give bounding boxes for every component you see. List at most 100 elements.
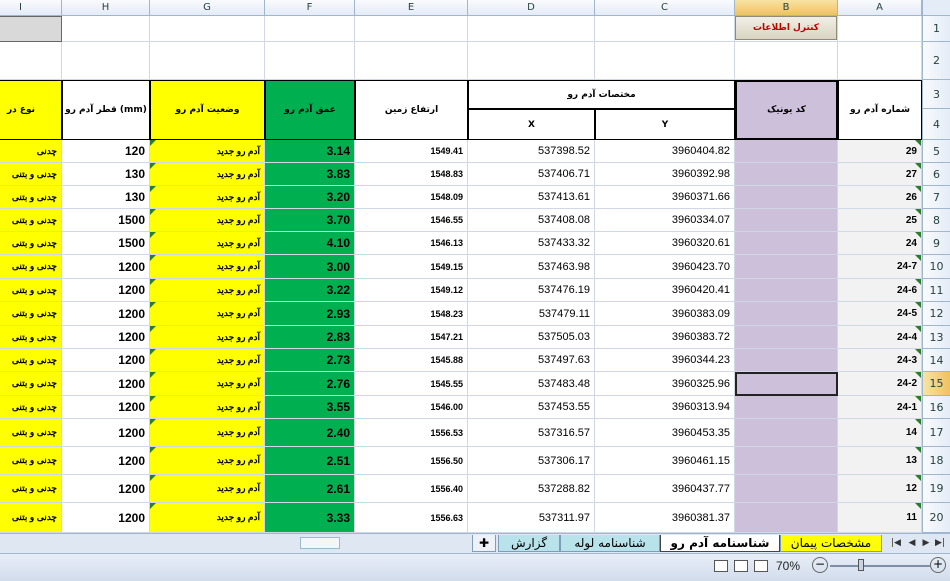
y-coordinate-cell[interactable]: 3960371.66 xyxy=(595,186,735,209)
x-coordinate-cell[interactable]: 537288.82 xyxy=(468,475,595,503)
x-coordinate-cell[interactable]: 537433.32 xyxy=(468,232,595,255)
y-coordinate-cell[interactable]: 3960313.94 xyxy=(595,396,735,419)
zoom-in-icon[interactable]: + xyxy=(930,557,946,573)
diameter-cell[interactable]: 130 xyxy=(62,163,150,186)
status-cell[interactable]: آدم رو جدید xyxy=(150,419,265,447)
row-header-8[interactable]: 8 xyxy=(922,209,950,232)
next-sheet-icon[interactable]: ▶ xyxy=(920,537,932,549)
x-coordinate-cell[interactable]: 537413.61 xyxy=(468,186,595,209)
row-header-5[interactable]: 5 xyxy=(922,140,950,163)
x-coordinate-cell[interactable]: 537476.19 xyxy=(468,279,595,302)
column-header-d[interactable]: D xyxy=(468,0,595,16)
unique-code-cell[interactable] xyxy=(735,447,838,475)
manhole-number-cell[interactable]: 24-2 xyxy=(838,372,922,396)
column-header-c[interactable]: C xyxy=(595,0,735,16)
depth-cell[interactable]: 2.61 xyxy=(265,475,355,503)
unique-code-cell[interactable] xyxy=(735,232,838,255)
y-coordinate-cell[interactable]: 3960383.72 xyxy=(595,326,735,349)
y-coordinate-cell[interactable]: 3960420.41 xyxy=(595,279,735,302)
unique-code-cell[interactable] xyxy=(735,475,838,503)
select-all-corner[interactable] xyxy=(922,0,950,16)
x-coordinate-cell[interactable]: 537306.17 xyxy=(468,447,595,475)
empty-cell[interactable] xyxy=(595,42,735,80)
y-coordinate-cell[interactable]: 3960325.96 xyxy=(595,372,735,396)
door-type-cell[interactable]: چدنی و بتنی xyxy=(0,396,62,419)
normal-view-icon[interactable] xyxy=(714,560,728,572)
new-sheet-icon[interactable]: ✚ xyxy=(472,535,496,552)
unique-code-cell[interactable] xyxy=(735,349,838,372)
door-type-cell[interactable]: چدنی و بتنی xyxy=(0,326,62,349)
ground-level-cell[interactable]: 1549.41 xyxy=(355,140,468,163)
status-cell[interactable]: آدم رو جدید xyxy=(150,326,265,349)
empty-cell[interactable] xyxy=(355,16,468,42)
diameter-cell[interactable]: 130 xyxy=(62,186,150,209)
column-header-a[interactable]: A xyxy=(838,0,922,16)
manhole-number-cell[interactable]: 24 xyxy=(838,232,922,255)
depth-cell[interactable]: 2.73 xyxy=(265,349,355,372)
diameter-cell[interactable]: 1200 xyxy=(62,349,150,372)
column-header-g[interactable]: G xyxy=(150,0,265,16)
empty-cell[interactable] xyxy=(265,42,355,80)
diameter-cell[interactable]: 1200 xyxy=(62,447,150,475)
ground-level-cell[interactable]: 1546.00 xyxy=(355,396,468,419)
manhole-number-cell[interactable]: 24-1 xyxy=(838,396,922,419)
x-coordinate-cell[interactable]: 537483.48 xyxy=(468,372,595,396)
tab-contract[interactable]: مشخصات پیمان xyxy=(780,535,882,552)
y-coordinate-cell[interactable]: 3960320.61 xyxy=(595,232,735,255)
status-cell[interactable]: آدم رو جدید xyxy=(150,302,265,326)
manhole-number-cell[interactable]: 14 xyxy=(838,419,922,447)
door-type-cell[interactable]: چدنی و بتنی xyxy=(0,447,62,475)
manhole-number-cell[interactable]: 24-6 xyxy=(838,279,922,302)
depth-cell[interactable]: 2.51 xyxy=(265,447,355,475)
depth-cell[interactable]: 2.83 xyxy=(265,326,355,349)
ground-level-cell[interactable]: 1547.21 xyxy=(355,326,468,349)
tab-manhole-id[interactable]: شناسنامه آدم رو xyxy=(660,535,780,552)
row-header-4[interactable]: 4 xyxy=(922,109,950,140)
column-header-f[interactable]: F xyxy=(265,0,355,16)
y-coordinate-cell[interactable]: 3960392.98 xyxy=(595,163,735,186)
empty-cell[interactable] xyxy=(735,42,838,80)
empty-cell[interactable] xyxy=(265,16,355,42)
manhole-number-cell[interactable]: 24-7 xyxy=(838,255,922,279)
door-type-cell[interactable]: چدنی و بتنی xyxy=(0,349,62,372)
page-break-icon[interactable] xyxy=(754,560,768,572)
y-coordinate-cell[interactable]: 3960461.15 xyxy=(595,447,735,475)
unique-code-cell[interactable] xyxy=(735,302,838,326)
y-coordinate-cell[interactable]: 3960383.09 xyxy=(595,302,735,326)
door-type-cell[interactable]: چدنی و بتنی xyxy=(0,279,62,302)
depth-cell[interactable]: 3.00 xyxy=(265,255,355,279)
ground-level-cell[interactable]: 1556.40 xyxy=(355,475,468,503)
depth-cell[interactable]: 3.33 xyxy=(265,503,355,533)
manhole-number-cell[interactable]: 24-4 xyxy=(838,326,922,349)
status-cell[interactable]: آدم رو جدید xyxy=(150,349,265,372)
x-coordinate-cell[interactable]: 537497.63 xyxy=(468,349,595,372)
empty-cell[interactable] xyxy=(0,42,62,80)
diameter-cell[interactable]: 1200 xyxy=(62,503,150,533)
depth-cell[interactable]: 2.40 xyxy=(265,419,355,447)
diameter-cell[interactable]: 1200 xyxy=(62,419,150,447)
y-coordinate-cell[interactable]: 3960423.70 xyxy=(595,255,735,279)
x-coordinate-cell[interactable]: 537398.52 xyxy=(468,140,595,163)
ground-level-cell[interactable]: 1549.15 xyxy=(355,255,468,279)
empty-cell[interactable] xyxy=(838,16,922,42)
y-coordinate-cell[interactable]: 3960381.37 xyxy=(595,503,735,533)
row-header-2[interactable]: 2 xyxy=(922,42,950,80)
row-header-17[interactable]: 17 xyxy=(922,419,950,447)
door-type-cell[interactable]: چدنی و بتنی xyxy=(0,372,62,396)
y-coordinate-cell[interactable]: 3960404.82 xyxy=(595,140,735,163)
control-data-button[interactable]: کنترل اطلاعات xyxy=(735,16,837,40)
row-header-19[interactable]: 19 xyxy=(922,475,950,503)
row-header-15[interactable]: 15 xyxy=(922,372,950,396)
door-type-cell[interactable]: چدنی و بتنی xyxy=(0,232,62,255)
x-coordinate-cell[interactable]: 537505.03 xyxy=(468,326,595,349)
door-type-cell[interactable]: چدنی و بتنی xyxy=(0,186,62,209)
row-header-7[interactable]: 7 xyxy=(922,186,950,209)
unique-code-cell[interactable] xyxy=(735,163,838,186)
status-cell[interactable]: آدم رو جدید xyxy=(150,255,265,279)
manhole-number-cell[interactable]: 24-3 xyxy=(838,349,922,372)
zoom-level[interactable]: 70% xyxy=(776,559,800,573)
ground-level-cell[interactable]: 1556.63 xyxy=(355,503,468,533)
column-header-e[interactable]: E xyxy=(355,0,468,16)
manhole-number-cell[interactable]: 26 xyxy=(838,186,922,209)
empty-cell[interactable] xyxy=(468,42,595,80)
